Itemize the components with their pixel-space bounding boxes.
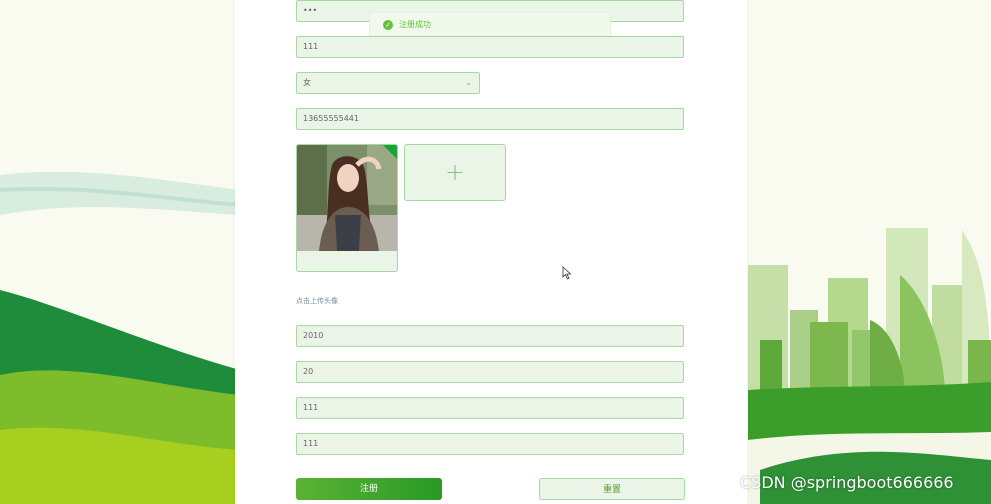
register-button[interactable]: 注册 (296, 478, 442, 500)
avatar-upload-button[interactable]: + (404, 144, 506, 201)
field-111-input-1[interactable]: 111 (296, 397, 684, 419)
chevron-down-icon: ⌄ (465, 78, 472, 87)
check-circle-icon: ✓ (383, 20, 393, 30)
toast-message: 注册成功 (399, 20, 431, 29)
watermark-text: CSDN @springboot666666 (740, 473, 954, 492)
phone-input[interactable]: 13655555441 (296, 108, 684, 130)
success-toast: ✓ 注册成功 (369, 12, 611, 38)
avatar-preview[interactable] (296, 144, 398, 272)
avatar-image (297, 145, 397, 251)
gender-select-value: 女 (303, 78, 311, 87)
mouse-cursor-icon (562, 266, 572, 280)
upload-hint: 点击上传头像 (296, 297, 338, 305)
password-input[interactable]: 111 (296, 36, 684, 58)
gender-select[interactable]: 女 ⌄ (296, 72, 480, 94)
field-20-input[interactable]: 20 (296, 361, 684, 383)
field-2010-input[interactable]: 2010 (296, 325, 684, 347)
plus-icon: + (444, 158, 466, 186)
selected-corner-mark (383, 145, 397, 159)
field-111-input-2[interactable]: 111 (296, 433, 684, 455)
reset-button[interactable]: 重置 (539, 478, 685, 500)
